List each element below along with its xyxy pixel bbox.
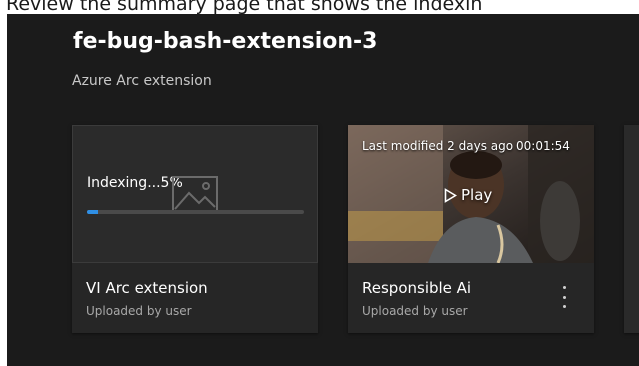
image-placeholder-icon [172, 176, 218, 212]
video-card-indexing[interactable]: Indexing...5% VI Arc extension Uploaded … [72, 125, 318, 333]
video-thumbnail[interactable]: Last modified 2 days ago 00:01:54 Play [348, 125, 594, 263]
more-options-button[interactable] [557, 286, 571, 308]
video-uploader: Uploaded by user [86, 304, 192, 318]
indexing-progress-bar [87, 210, 304, 214]
play-button[interactable]: Play [444, 186, 492, 204]
video-title[interactable]: VI Arc extension [86, 279, 208, 297]
more-vertical-icon-dot [562, 295, 566, 299]
play-label: Play [461, 186, 493, 204]
video-title[interactable]: Responsible Ai [362, 279, 471, 297]
indexing-progress-fill [87, 210, 98, 214]
more-vertical-icon [562, 286, 566, 289]
video-card-responsible-ai[interactable]: Last modified 2 days ago 00:01:54 Play R… [348, 125, 594, 333]
page-title: fe-bug-bash-extension-3 [73, 29, 378, 54]
last-modified-label: Last modified 2 days ago [362, 139, 514, 153]
instruction-caption: Review the summary page that shows the i… [6, 0, 483, 15]
play-icon [444, 187, 457, 203]
page-subtitle: Azure Arc extension [72, 73, 212, 89]
video-duration: 00:01:54 [516, 139, 570, 153]
video-card-partial[interactable] [624, 125, 639, 333]
video-thumbnail-placeholder: Indexing...5% [72, 125, 318, 263]
video-uploader: Uploaded by user [362, 304, 468, 318]
indexing-status: Indexing...5% [87, 175, 183, 191]
more-vertical-icon-dot [562, 305, 566, 308]
